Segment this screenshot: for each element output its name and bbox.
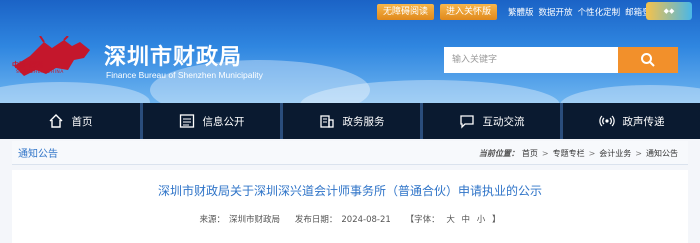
home-icon [49,114,62,128]
source-value: 深圳市财政局 [229,215,281,225]
nav-item-home[interactable]: 首页 [0,103,143,139]
breadcrumb-topics[interactable]: 专题专栏 [553,148,585,159]
emblem-caption-cn: 中国·深圳 [12,61,43,69]
font-size-label: 【字体： [405,215,440,225]
search-input[interactable] [444,47,618,73]
section-title: 通知公告 [18,149,58,160]
nav-item-info[interactable]: 信息公开 [143,103,283,139]
breadcrumb-home[interactable]: 首页 [522,148,538,159]
nav-label-voice: 政声传递 [622,115,665,128]
breadcrumb-accounting[interactable]: 会计业务 [599,148,631,159]
cloud-decoration [0,82,150,103]
nav-label-home: 首页 [71,115,93,128]
promo-logo-icon[interactable]: ◆◆ [646,2,692,20]
date-value: 2024-08-21 [341,215,391,225]
breadcrumb: 当前位置： 首页 > 专题专栏 > 会计业务 > 通知公告 [479,141,678,165]
nav-label-interaction: 互动交流 [482,115,525,128]
font-size-small-button[interactable]: 小 [477,215,486,225]
cloud-decoration [560,85,700,103]
article-panel: 深圳市财政局关于深圳深兴道会计师事务所（普通合伙）申请执业的公示 来源： 深圳市财… [12,170,688,243]
site-title: 深圳市财政局 [104,45,243,70]
font-size-large-button[interactable]: 大 [446,215,455,225]
source-label: 来源： [199,215,226,225]
nav-label-info: 信息公开 [202,115,245,128]
site-subtitle: Finance Bureau of Shenzhen Municipality [106,70,263,80]
traditional-chinese-link[interactable]: 繁體版 [508,6,534,18]
breadcrumb-separator: > [541,148,549,158]
nav-item-interaction[interactable]: 互动交流 [423,103,563,139]
font-size-close: 】 [491,215,501,225]
date-label: 发布日期： [294,215,338,225]
broadcast-icon [598,115,615,127]
accessibility-button[interactable]: 无障碍阅读 [377,4,435,20]
building-icon [319,115,334,128]
article-title: 深圳市财政局关于深圳深兴道会计师事务所（普通合伙）申请执业的公示 [157,184,542,198]
elder-care-button[interactable]: 进入关怀版 [440,4,498,20]
search-button[interactable] [618,47,678,73]
chat-icon [459,115,474,129]
nav-item-voice[interactable]: 政声传递 [563,103,700,139]
utility-bar: 无障碍阅读 进入关怀版 繁體版 数据开放 个性化定制 邮箱登录 [377,4,659,20]
font-size-medium-button[interactable]: 中 [462,215,471,225]
breadcrumb-separator: > [588,148,596,158]
breadcrumb-separator: > [635,148,642,158]
custom-link[interactable]: 个性化定制 [578,6,621,18]
site-header: 无障碍阅读 进入关怀版 繁體版 数据开放 个性化定制 邮箱登录 ◆◆ 中国·深圳… [0,0,700,103]
main-nav: 首页 信息公开 政务服务 互动交流 政声传递 [0,103,700,139]
article-meta: 来源： 深圳市财政局 发布日期： 2024-08-21 【字体： 大 中 小 】 [12,213,688,225]
breadcrumb-notices[interactable]: 通知公告 [646,148,678,159]
info-list-icon [179,114,194,128]
search-icon [641,53,655,67]
emblem-caption-en: SHENZHEN CHINA [16,70,64,75]
nav-label-service: 政务服务 [342,115,385,128]
breadcrumb-bar: 通知公告 当前位置： 首页 > 专题专栏 > 会计业务 > 通知公告 [12,141,688,165]
data-open-link[interactable]: 数据开放 [539,6,573,18]
nav-item-service[interactable]: 政务服务 [283,103,423,139]
location-label: 当前位置： [478,148,519,158]
